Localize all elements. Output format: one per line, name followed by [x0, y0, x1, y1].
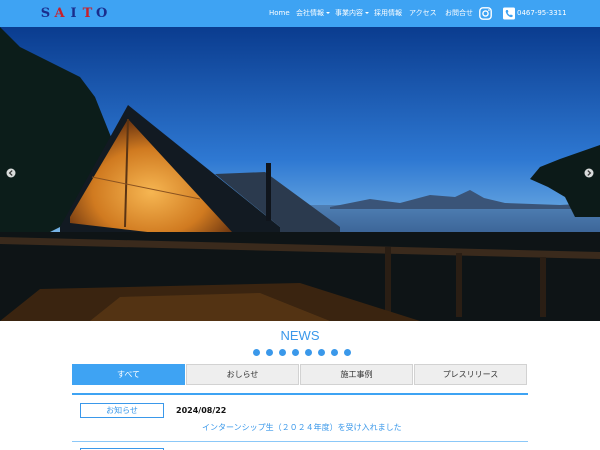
nav-home[interactable]: Home: [269, 0, 290, 27]
nav-company[interactable]: 会社情報: [296, 0, 330, 27]
hero-slideshow: [0, 27, 600, 321]
decorative-dot: [344, 349, 351, 356]
logo-letter-s: S: [40, 6, 51, 21]
tab-press-release[interactable]: プレスリリース: [414, 364, 527, 385]
logo-letter-t: T: [82, 6, 93, 21]
nav-contact[interactable]: お問合せ: [445, 0, 473, 27]
phone-icon[interactable]: [503, 7, 515, 20]
news-title: NEWS: [280, 328, 320, 343]
logo-letter-a: A: [54, 6, 65, 21]
decorative-dot: [305, 349, 312, 356]
logo-letter-i: I: [70, 6, 77, 21]
nav-home-label: Home: [269, 9, 290, 17]
chevron-down-icon: [326, 12, 330, 14]
nav-company-label: 会社情報: [296, 9, 324, 17]
decorative-dot: [292, 349, 299, 356]
slide-prev-icon[interactable]: [6, 167, 16, 179]
nav-business[interactable]: 事業内容: [335, 0, 369, 27]
decorative-dot: [331, 349, 338, 356]
tab-notice[interactable]: おしらせ: [186, 364, 299, 385]
decorative-dot: [266, 349, 273, 356]
news-item-link[interactable]: インターンシップ生（２０２４年度）を受け入れました: [202, 422, 402, 433]
tab-all[interactable]: すべて: [72, 364, 185, 385]
news-title-dots: [253, 349, 351, 358]
hero-image: [0, 27, 600, 321]
site-logo[interactable]: S A I T O: [40, 5, 108, 22]
news-tabs: すべて おしらせ 施工事例 プレスリリース: [72, 364, 528, 386]
page: S A I T O Home 会社情報 事業内容 採用情報 アクセス お問合せ …: [0, 0, 600, 450]
slide-next-icon[interactable]: [584, 167, 594, 179]
news-date: 2024/08/22: [176, 406, 227, 415]
nav-access[interactable]: アクセス: [409, 0, 437, 27]
decorative-dot: [279, 349, 286, 356]
nav-business-label: 事業内容: [335, 9, 363, 17]
news-category-badge: お知らせ: [80, 403, 164, 418]
news-divider: [72, 441, 528, 442]
instagram-icon[interactable]: [479, 7, 492, 20]
decorative-dot: [253, 349, 260, 356]
nav-contact-label: お問合せ: [445, 9, 473, 17]
tabs-underline: [72, 393, 528, 395]
phone-number[interactable]: 0467-95-3311: [517, 0, 567, 27]
nav-recruit[interactable]: 採用情報: [374, 0, 402, 27]
nav-access-label: アクセス: [409, 9, 437, 17]
logo-letter-o: O: [96, 6, 108, 21]
tab-works[interactable]: 施工事例: [300, 364, 413, 385]
header-bar: S A I T O Home 会社情報 事業内容 採用情報 アクセス お問合せ …: [0, 0, 600, 27]
decorative-dot: [318, 349, 325, 356]
nav-recruit-label: 採用情報: [374, 9, 402, 17]
chevron-down-icon: [365, 12, 369, 14]
